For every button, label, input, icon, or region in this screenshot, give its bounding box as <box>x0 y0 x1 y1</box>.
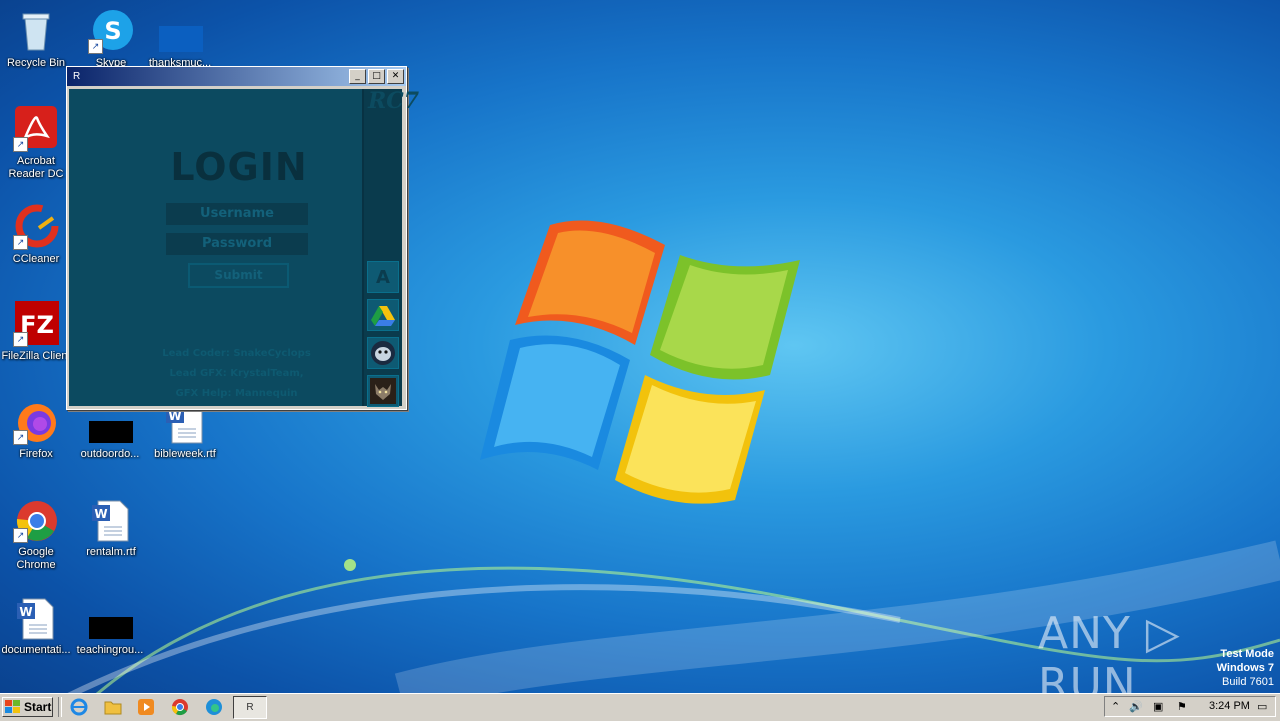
desktop-icon-label: Google Chrome <box>16 546 56 571</box>
show-desktop-icon[interactable]: ▭ <box>1257 700 1267 713</box>
word-document-icon: W <box>88 497 134 543</box>
desktop-icon-label: CCleaner <box>12 253 60 265</box>
edge-quicklaunch[interactable] <box>203 697 225 717</box>
window-titlebar[interactable]: R _ □ ✕ <box>67 67 406 86</box>
username-field[interactable]: Username <box>166 203 308 225</box>
window-client-area: LOGIN Username Password Submit Lead Code… <box>69 88 420 407</box>
svg-text:W: W <box>94 507 107 521</box>
close-button[interactable]: ✕ <box>387 69 404 84</box>
file-thumbnail-icon <box>157 8 203 54</box>
submit-button[interactable]: Submit <box>188 263 289 288</box>
desktop-icon-label: Acrobat Reader DC <box>8 155 64 180</box>
ccleaner-icon: ↗ <box>13 204 59 250</box>
skype-icon: S ↗ <box>88 8 134 54</box>
desktop-icon-teachingrou[interactable]: teachingrou... <box>74 595 146 657</box>
desktop-icon-label: outdoordo... <box>80 448 140 460</box>
svg-text:S: S <box>104 17 121 45</box>
shortcut-arrow-icon: ↗ <box>13 235 28 250</box>
desktop-icon-chrome[interactable]: ↗ Google Chrome <box>0 497 72 572</box>
windows-flag-icon <box>5 700 20 713</box>
recycle-bin-icon <box>13 8 59 54</box>
svg-text:W: W <box>168 409 181 423</box>
windows-version-line: Windows 7 <box>1216 662 1274 674</box>
taskbar-separator <box>58 697 62 717</box>
shortcut-arrow-icon: ↗ <box>13 528 28 543</box>
clock[interactable]: 3:24 PM <box>1209 700 1250 712</box>
desktop-icon-ccleaner[interactable]: ↗ CCleaner <box>0 204 72 266</box>
test-mode-line: Test Mode <box>1220 648 1274 660</box>
desktop-icon-acrobat[interactable]: ↗ Acrobat Reader DC <box>0 106 72 181</box>
desktop-icon-label: FileZilla Client <box>1 350 71 362</box>
desktop-icon-documentati[interactable]: W documentati... <box>0 595 72 657</box>
windows-logo <box>480 220 800 504</box>
show-hidden-icons-icon[interactable]: ⌃ <box>1111 700 1120 713</box>
internet-explorer-icon <box>70 698 88 716</box>
word-document-icon: W <box>13 595 59 641</box>
desktop-icon-thanksmuc[interactable]: thanksmuc... <box>144 8 216 70</box>
bird-icon <box>371 341 395 365</box>
desktop-icon-label: bibleweek.rtf <box>154 448 216 460</box>
desktop-icon-label: teachingrou... <box>76 644 144 656</box>
maximize-button[interactable]: □ <box>368 69 385 84</box>
network-icon[interactable]: ▣ <box>1153 700 1163 713</box>
credit-lead-gfx: Lead GFX: KrystalTeam, <box>169 368 304 379</box>
sidebar-button-drive[interactable] <box>367 299 399 331</box>
media-player-quicklaunch[interactable] <box>135 697 157 717</box>
shortcut-arrow-icon: ↗ <box>13 332 28 347</box>
folder-icon <box>104 701 122 715</box>
shortcut-arrow-icon: ↗ <box>13 137 28 152</box>
start-button[interactable]: Start <box>2 697 53 717</box>
chrome-quicklaunch[interactable] <box>169 697 191 717</box>
wolf-icon <box>370 378 396 404</box>
firefox-icon: ↗ <box>13 399 59 445</box>
start-label: Start <box>24 700 52 714</box>
rc7-login-window[interactable]: R _ □ ✕ LOGIN Username Password Submit L… <box>66 66 420 410</box>
sidebar-button-wolf[interactable] <box>367 375 399 407</box>
rc7-sidebar: RC7 A <box>362 88 420 407</box>
desktop-icon-label: Firefox <box>19 448 53 460</box>
chrome-icon <box>171 699 188 716</box>
taskbar-task-rc7[interactable]: R <box>233 696 267 719</box>
desktop-icon-label: documentati... <box>1 644 71 656</box>
build-line: Build 7601 <box>1222 676 1274 688</box>
explorer-quicklaunch[interactable] <box>102 697 124 717</box>
sidebar-button-bird[interactable] <box>367 337 399 369</box>
action-center-flag-icon[interactable]: ⚑ <box>1177 700 1187 713</box>
desktop-icon-rentalm[interactable]: W rentalm.rtf <box>75 497 147 559</box>
login-title: LOGIN <box>170 145 308 189</box>
rc7-logo: RC7 <box>368 88 420 114</box>
file-thumbnail-icon <box>87 595 133 641</box>
desktop-icon-filezilla[interactable]: FZ ↗ FileZilla Client <box>0 301 72 363</box>
shortcut-arrow-icon: ↗ <box>88 39 103 54</box>
letter-a-icon: A <box>376 266 390 288</box>
window-controls: _ □ ✕ <box>349 69 404 84</box>
desktop-icon-recycle-bin[interactable]: Recycle Bin <box>0 8 72 70</box>
volume-icon[interactable]: 🔊 <box>1129 700 1143 713</box>
password-field[interactable]: Password <box>166 233 308 255</box>
google-drive-icon <box>371 306 395 326</box>
taskbar: Start R ⌃ 🔊 ▣ ⚑ 3:24 PM ▭ <box>0 693 1280 721</box>
desktop-icon-firefox[interactable]: ↗ Firefox <box>0 399 72 461</box>
desktop-icon-label: Recycle Bin <box>6 57 66 69</box>
ie-quicklaunch[interactable] <box>68 697 90 717</box>
credit-gfx-help: GFX Help: Mannequin <box>175 388 298 399</box>
shortcut-arrow-icon: ↗ <box>13 430 28 445</box>
window-title: R <box>73 71 81 82</box>
desktop-icon-skype[interactable]: S ↗ Skype <box>75 8 147 70</box>
acrobat-icon: ↗ <box>13 106 59 152</box>
media-player-icon <box>138 699 154 715</box>
edge-icon <box>206 699 222 715</box>
sidebar-button-a[interactable]: A <box>367 261 399 293</box>
system-tray: ⌃ 🔊 ▣ ⚑ 3:24 PM ▭ <box>1104 696 1276 717</box>
chrome-icon: ↗ <box>13 497 59 543</box>
filezilla-icon: FZ ↗ <box>13 301 59 347</box>
desktop-icon-label: rentalm.rtf <box>86 546 136 558</box>
test-mode-text: Test Mode Windows 7 Build 7601 <box>1217 647 1274 689</box>
svg-text:W: W <box>19 605 32 619</box>
minimize-button[interactable]: _ <box>349 69 366 84</box>
credit-lead-coder: Lead Coder: SnakeCyclops <box>162 348 311 359</box>
